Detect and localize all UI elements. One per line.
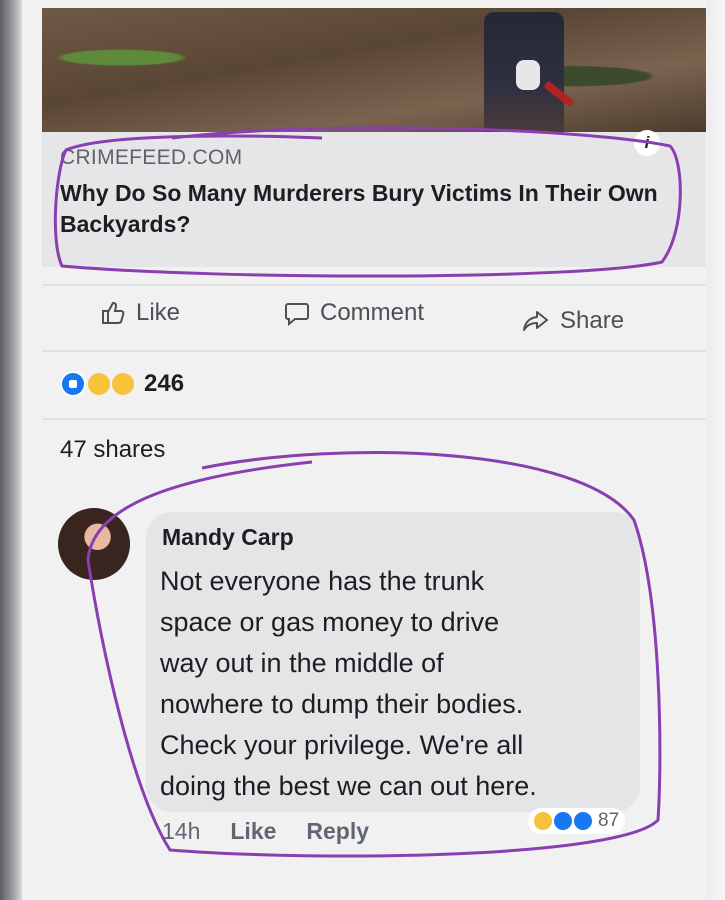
reaction-count: 246: [144, 370, 185, 397]
share-label: Share: [560, 307, 625, 334]
shares-count[interactable]: 47 shares: [60, 436, 165, 464]
comment-reactions[interactable]: 87: [528, 808, 626, 834]
divider: [42, 350, 706, 352]
link-headline[interactable]: Why Do So Many Murderers Bury Victims In…: [60, 178, 670, 240]
like-icon: [552, 810, 574, 832]
wow-icon: [88, 373, 110, 395]
haha-icon: [532, 810, 554, 832]
post-reactions-summary[interactable]: 246: [60, 367, 184, 401]
phone-bezel-right: [707, 0, 725, 900]
love-icon: [572, 810, 594, 832]
comment-reaction-count: 87: [598, 810, 620, 831]
comment-label: Comment: [320, 299, 425, 326]
comment-button[interactable]: Comment: [284, 293, 424, 333]
link-domain: CRIMEFEED.COM: [60, 146, 243, 169]
phone-bezel-left: [0, 0, 22, 900]
avatar[interactable]: [58, 508, 130, 580]
comment-actions: 14h Like Reply: [162, 818, 369, 845]
share-button[interactable]: Share: [522, 301, 624, 341]
divider: [42, 418, 706, 420]
link-preview-image[interactable]: [42, 8, 706, 132]
info-icon[interactable]: i: [634, 130, 660, 156]
comment-timestamp[interactable]: 14h: [162, 818, 200, 845]
like-button[interactable]: Like: [100, 293, 180, 333]
comment-reply-button[interactable]: Reply: [306, 818, 369, 845]
comment-like-button[interactable]: Like: [230, 818, 276, 845]
facebook-post-screen: i CRIMEFEED.COM Why Do So Many Murderers…: [22, 0, 707, 900]
like-label: Like: [136, 299, 181, 326]
comment-author[interactable]: Mandy Carp: [162, 524, 294, 551]
share-arrow-icon: [522, 309, 550, 333]
speech-bubble-icon: [284, 300, 310, 326]
sad-icon: [112, 373, 134, 395]
preview-photo-glove: [516, 60, 540, 90]
like-icon: [60, 371, 86, 397]
comment-text: Not everyone has the trunk space or gas …: [160, 566, 537, 801]
thumbs-up-icon: [100, 300, 126, 326]
divider: [42, 284, 706, 286]
